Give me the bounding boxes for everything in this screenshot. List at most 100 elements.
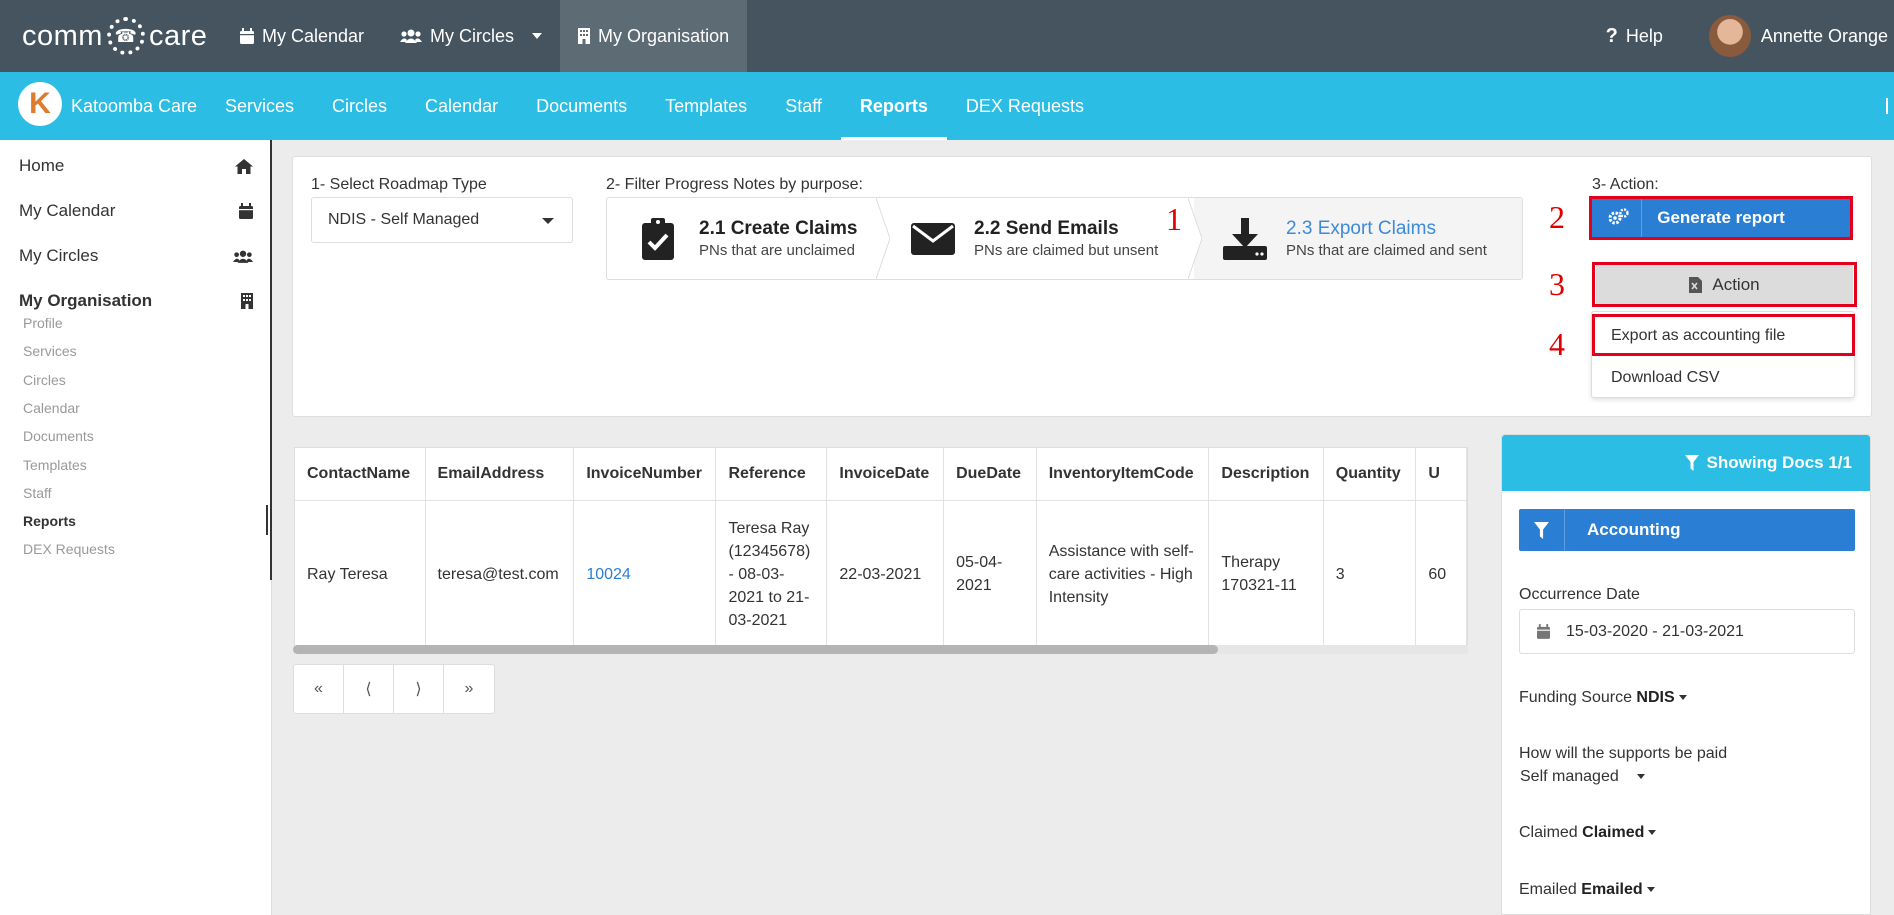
sidebar-scrollbar[interactable] — [270, 140, 272, 580]
chevron-down-icon — [1678, 695, 1687, 701]
sidebar-item-my-circles[interactable]: My Circles — [19, 246, 253, 266]
claimed-value: Claimed — [1582, 824, 1645, 841]
org-nav: Services Circles Calendar Documents Temp… — [206, 72, 1103, 140]
occurrence-date-label: Occurrence Date — [1519, 586, 1640, 603]
calendar-icon — [239, 203, 253, 219]
roadmap-select-value: NDIS - Self Managed — [328, 211, 480, 228]
claims-table: ContactName EmailAddress InvoiceNumber R… — [294, 447, 1468, 654]
column-header[interactable]: InventoryItemCode — [1036, 448, 1210, 501]
tab-circles[interactable]: Circles — [313, 72, 406, 140]
edit-icon[interactable] — [1886, 98, 1894, 114]
pagination: « ⟨ ⟩ » — [293, 664, 495, 714]
page-prev-button[interactable]: ⟨ — [344, 665, 394, 713]
column-header[interactable]: Description — [1208, 448, 1324, 501]
clipboard-check-icon — [635, 216, 681, 262]
top-right: ? Help Annette Orange — [1606, 0, 1894, 72]
accounting-button[interactable]: Accounting — [1519, 509, 1855, 551]
building-icon — [241, 293, 253, 309]
topnav-my-calendar[interactable]: My Calendar — [222, 0, 382, 72]
emailed-filter[interactable]: Emailed Emailed — [1519, 881, 1655, 899]
funding-source-label: Funding Source — [1519, 689, 1632, 706]
tab-documents[interactable]: Documents — [517, 72, 646, 140]
filter-label: 2- Filter Progress Notes by purpose: — [606, 176, 863, 193]
column-header[interactable]: U — [1415, 448, 1467, 501]
users-icon — [400, 29, 423, 43]
column-header[interactable]: Reference — [715, 448, 828, 501]
org-logo[interactable]: K — [18, 82, 62, 126]
sidebar-sub-profile[interactable]: Profile — [23, 315, 63, 331]
tab-reports[interactable]: Reports — [840, 72, 947, 140]
sidebar-sub-services[interactable]: Services — [23, 343, 77, 359]
chevron-down-icon — [532, 33, 543, 39]
column-header[interactable]: EmailAddress — [425, 448, 575, 501]
filter-icon — [1519, 509, 1565, 551]
sidebar-item-label: My Calendar — [19, 201, 116, 220]
user-name[interactable]: Annette Orange — [1761, 26, 1888, 47]
org-name[interactable]: Katoomba Care — [71, 72, 197, 140]
cell-contact-name: Ray Teresa — [295, 500, 426, 648]
chevron-down-icon — [542, 218, 554, 224]
step-export-claims[interactable]: 2.3 Export Claims PNs that are claimed a… — [1194, 198, 1522, 279]
payment-method-select[interactable]: Self managed — [1520, 768, 1646, 786]
page-next-button[interactable]: ⟩ — [394, 665, 444, 713]
tab-dex-requests[interactable]: DEX Requests — [947, 72, 1103, 140]
menu-item-download-csv[interactable]: Download CSV — [1611, 369, 1720, 387]
tab-services[interactable]: Services — [206, 72, 313, 140]
envelope-icon — [910, 216, 956, 262]
sidebar-item-my-calendar[interactable]: My Calendar — [19, 201, 253, 221]
step-title: 2.2 Send Emails — [974, 218, 1119, 239]
topnav-my-circles[interactable]: My Circles — [382, 0, 560, 72]
logo-dial-icon: ☎ — [106, 17, 145, 55]
column-header[interactable]: DueDate — [943, 448, 1037, 501]
sidebar-sub-circles[interactable]: Circles — [23, 372, 66, 388]
tab-staff[interactable]: Staff — [766, 72, 841, 140]
column-header[interactable]: InvoiceDate — [826, 448, 945, 501]
topnav-my-organisation[interactable]: My Organisation — [560, 0, 748, 72]
column-header[interactable]: ContactName — [295, 448, 426, 501]
cell-due-date: 05-04-2021 — [943, 500, 1037, 648]
funding-source-filter[interactable]: Funding Source NDIS — [1519, 689, 1687, 707]
sidebar-item-home[interactable]: Home — [19, 156, 253, 176]
step-send-emails[interactable]: 2.2 Send Emails PNs are claimed but unse… — [882, 198, 1202, 279]
occurrence-date-input[interactable]: 15-03-2020 - 21-03-2021 — [1519, 609, 1855, 654]
scrollbar-thumb[interactable] — [293, 645, 1218, 654]
column-header[interactable]: InvoiceNumber — [573, 448, 717, 501]
sidebar-item-my-organisation[interactable]: My Organisation — [19, 291, 253, 311]
page-last-button[interactable]: » — [444, 665, 494, 713]
table-horizontal-scrollbar[interactable] — [293, 645, 1468, 654]
building-icon — [578, 28, 591, 44]
annotation-number: 3 — [1549, 266, 1565, 302]
sidebar-sub-documents[interactable]: Documents — [23, 428, 94, 444]
sidebar-sub-dex-requests[interactable]: DEX Requests — [23, 541, 115, 557]
step-title: 2.1 Create Claims — [699, 218, 858, 239]
sidebar-item-label: Home — [19, 156, 65, 175]
column-header[interactable]: Quantity — [1323, 448, 1417, 501]
home-icon — [235, 158, 253, 174]
help-label: Help — [1625, 25, 1663, 46]
step-create-claims[interactable]: 2.1 Create Claims PNs that are unclaimed — [607, 198, 890, 279]
annotation-number: 2 — [1549, 199, 1565, 235]
invoice-link[interactable]: 10024 — [586, 566, 631, 583]
sidebar-sub-templates[interactable]: Templates — [23, 457, 87, 473]
sidebar-sub-reports[interactable]: Reports — [23, 513, 76, 529]
sidebar-sub-staff[interactable]: Staff — [23, 485, 52, 501]
logo-text-right: care — [148, 19, 208, 52]
filters-panel: Showing Docs 1/1 Accounting Occurrence D… — [1501, 434, 1871, 915]
table-row[interactable]: Ray Teresa teresa@test.com 10024 Teresa … — [295, 500, 1467, 648]
help-link[interactable]: ? Help — [1606, 25, 1663, 48]
sidebar-sub-calendar[interactable]: Calendar — [23, 400, 80, 416]
cell-quantity: 3 — [1323, 500, 1417, 648]
roadmap-select[interactable]: NDIS - Self Managed — [311, 197, 573, 243]
annotation-number: 1 — [1166, 201, 1182, 237]
avatar[interactable] — [1708, 15, 1751, 57]
emailed-value: Emailed — [1581, 881, 1643, 898]
highlight-box-generate — [1589, 196, 1853, 240]
commcare-logo[interactable]: comm ☎ care — [22, 14, 207, 58]
claimed-filter[interactable]: Claimed Claimed — [1519, 824, 1657, 842]
chevron-down-icon — [1648, 830, 1657, 836]
step-divider — [1188, 198, 1202, 279]
filters-header: Showing Docs 1/1 — [1502, 435, 1870, 491]
page-first-button[interactable]: « — [294, 665, 344, 713]
tab-calendar[interactable]: Calendar — [406, 72, 517, 140]
tab-templates[interactable]: Templates — [646, 72, 766, 140]
